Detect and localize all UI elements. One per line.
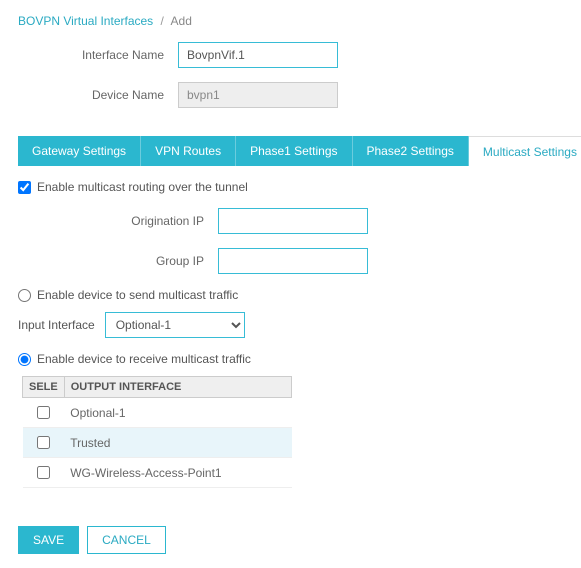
table-row[interactable]: Optional-1: [23, 398, 292, 428]
row-checkbox[interactable]: [37, 466, 50, 479]
table-row[interactable]: Trusted: [23, 428, 292, 458]
tab-phase1-settings[interactable]: Phase1 Settings: [236, 136, 352, 166]
row-checkbox[interactable]: [37, 436, 50, 449]
origination-ip-label: Origination IP: [18, 214, 218, 228]
save-button[interactable]: SAVE: [18, 526, 79, 554]
breadcrumb-root-link[interactable]: BOVPN Virtual Interfaces: [18, 14, 153, 28]
enable-send-radio[interactable]: [18, 289, 31, 302]
interface-name-label: Interface Name: [18, 48, 178, 62]
row-name: Optional-1: [64, 398, 291, 428]
col-header-select: SELE: [23, 377, 65, 398]
enable-multicast-checkbox[interactable]: [18, 181, 31, 194]
tab-bar: Gateway Settings VPN Routes Phase1 Setti…: [18, 136, 563, 166]
input-interface-label: Input Interface: [18, 318, 95, 332]
breadcrumb-current: Add: [171, 14, 192, 28]
row-name: Trusted: [64, 428, 291, 458]
row-checkbox[interactable]: [37, 406, 50, 419]
origination-ip-input[interactable]: [218, 208, 368, 234]
enable-send-label: Enable device to send multicast traffic: [37, 288, 238, 302]
cancel-button[interactable]: CANCEL: [87, 526, 166, 554]
device-name-label: Device Name: [18, 88, 178, 102]
breadcrumb: BOVPN Virtual Interfaces / Add: [18, 14, 563, 28]
tab-gateway-settings[interactable]: Gateway Settings: [18, 136, 141, 166]
output-interface-table: SELE OUTPUT INTERFACE Optional-1 Trusted…: [22, 376, 292, 488]
tab-multicast-settings[interactable]: Multicast Settings: [469, 136, 581, 166]
group-ip-label: Group IP: [18, 254, 218, 268]
col-header-output-interface: OUTPUT INTERFACE: [64, 377, 291, 398]
interface-name-input[interactable]: [178, 42, 338, 68]
enable-receive-label: Enable device to receive multicast traff…: [37, 352, 251, 366]
input-interface-select[interactable]: Optional-1: [105, 312, 245, 338]
table-row[interactable]: WG-Wireless-Access-Point1: [23, 458, 292, 488]
group-ip-input[interactable]: [218, 248, 368, 274]
tab-vpn-routes[interactable]: VPN Routes: [141, 136, 236, 166]
breadcrumb-separator: /: [161, 14, 164, 28]
enable-multicast-label: Enable multicast routing over the tunnel: [37, 180, 248, 194]
row-name: WG-Wireless-Access-Point1: [64, 458, 291, 488]
enable-receive-radio[interactable]: [18, 353, 31, 366]
device-name-field: bvpn1: [178, 82, 338, 108]
tab-phase2-settings[interactable]: Phase2 Settings: [353, 136, 469, 166]
